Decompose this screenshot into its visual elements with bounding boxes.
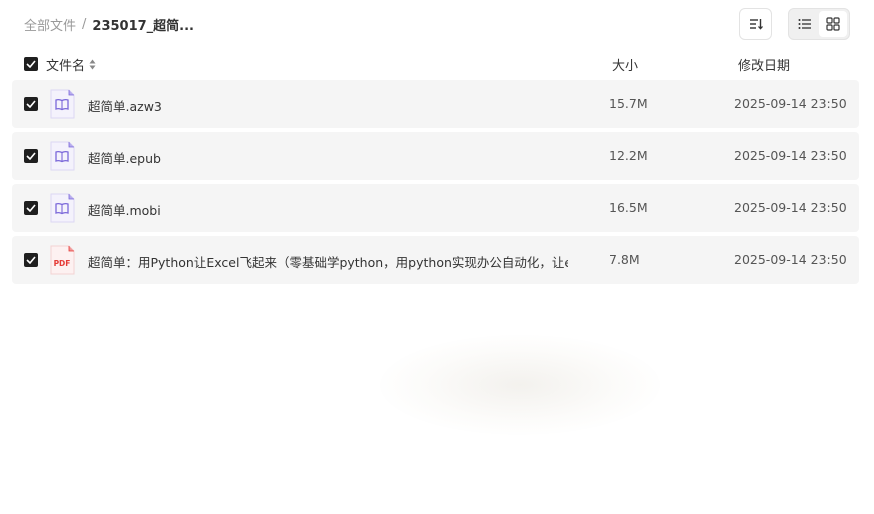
ebook-file-icon <box>50 89 75 119</box>
file-row[interactable]: 超简单.azw3 15.7M 2025-09-14 23:50 <box>12 80 859 128</box>
file-name: 超简单.epub <box>88 151 161 166</box>
check-icon <box>26 100 36 108</box>
view-mode-toggle <box>788 8 850 40</box>
row-checkbox[interactable] <box>24 97 38 111</box>
file-row[interactable]: 超简单.mobi 16.5M 2025-09-14 23:50 <box>12 184 859 232</box>
row-checkbox[interactable] <box>24 253 38 267</box>
file-modified-date: 2025-09-14 23:50 <box>734 148 847 163</box>
column-header-name[interactable]: 文件名 <box>46 55 96 74</box>
file-table-header: 文件名 大小 修改日期 <box>0 52 874 76</box>
file-modified-date: 2025-09-14 23:50 <box>734 200 847 215</box>
pdf-badge-label: PDF <box>54 259 71 268</box>
check-icon <box>26 152 36 160</box>
sort-toggle-icon <box>89 59 96 70</box>
file-name: 超简单.azw3 <box>88 99 162 114</box>
select-all-checkbox[interactable] <box>24 57 38 71</box>
file-modified-date: 2025-09-14 23:50 <box>734 96 847 111</box>
column-header-date: 修改日期 <box>738 59 791 74</box>
row-checkbox[interactable] <box>24 201 38 215</box>
file-row[interactable]: 超简单.epub 12.2M 2025-09-14 23:50 <box>12 132 859 180</box>
grid-view-icon <box>826 17 840 31</box>
file-row[interactable]: PDF 超简单：用Python让Excel飞起来（零基础学python，用pyt… <box>12 236 859 284</box>
breadcrumb-separator: / <box>82 16 87 32</box>
breadcrumb: 全部文件 / 235017_超简... <box>24 14 194 34</box>
row-checkbox[interactable] <box>24 149 38 163</box>
check-icon <box>26 204 36 212</box>
pdf-file-icon: PDF <box>50 245 75 275</box>
file-size: 16.5M <box>609 200 648 215</box>
file-size: 7.8M <box>609 252 640 267</box>
file-name: 超简单.mobi <box>88 203 161 218</box>
file-size: 15.7M <box>609 96 648 111</box>
list-view-button[interactable] <box>791 11 819 37</box>
file-modified-date: 2025-09-14 23:50 <box>734 252 847 267</box>
file-list: 超简单.azw3 15.7M 2025-09-14 23:50 超简单.epub… <box>12 80 859 288</box>
file-name: 超简单：用Python让Excel飞起来（零基础学python，用python实… <box>88 255 568 270</box>
breadcrumb-root-link[interactable]: 全部文件 <box>24 15 76 34</box>
sort-button[interactable] <box>739 8 772 40</box>
background-decoration <box>380 335 660 435</box>
sort-icon <box>749 19 763 30</box>
file-size: 12.2M <box>609 148 648 163</box>
ebook-file-icon <box>50 193 75 223</box>
column-header-size: 大小 <box>612 59 639 74</box>
list-view-icon <box>798 19 811 29</box>
check-icon <box>26 256 36 264</box>
check-icon <box>26 60 36 68</box>
breadcrumb-current-folder: 235017_超简... <box>92 18 194 34</box>
ebook-file-icon <box>50 141 75 171</box>
grid-view-button[interactable] <box>819 11 847 37</box>
column-header-name-label: 文件名 <box>46 59 86 74</box>
view-toolbar <box>739 8 850 40</box>
